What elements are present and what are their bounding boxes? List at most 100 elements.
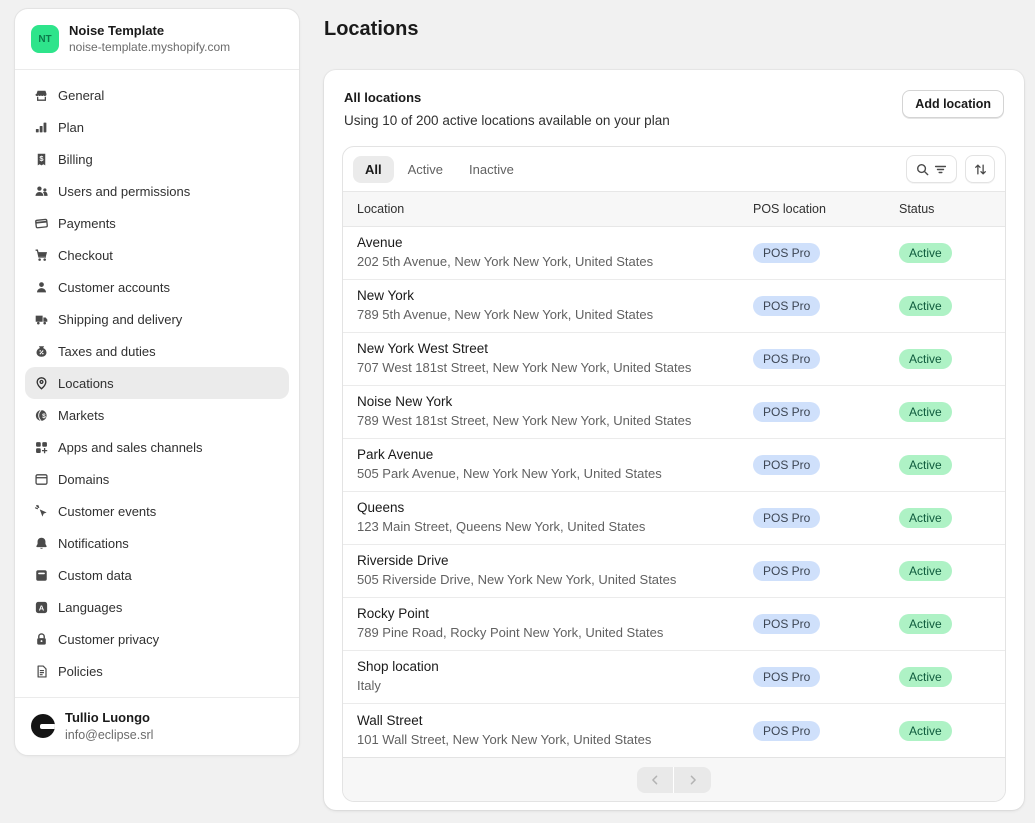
account-name: Tullio Luongo xyxy=(65,710,153,727)
status-badge: Active xyxy=(899,667,952,687)
sidebar-item-domains[interactable]: Domains xyxy=(25,463,289,495)
status-badge: Active xyxy=(899,721,952,741)
pos-location-badge: POS Pro xyxy=(753,508,820,528)
location-name: Queens xyxy=(357,499,753,518)
sidebar-item-shipping-and-delivery[interactable]: Shipping and delivery xyxy=(25,303,289,335)
cursor-spark-icon xyxy=(33,503,49,519)
location-name: Noise New York xyxy=(357,393,753,412)
users-icon xyxy=(33,183,49,199)
sidebar-item-languages[interactable]: A Languages xyxy=(25,591,289,623)
location-name: Wall Street xyxy=(357,712,753,731)
location-address: Italy xyxy=(357,677,753,695)
status-badge: Active xyxy=(899,296,952,316)
sidebar-item-taxes-and-duties[interactable]: Taxes and duties xyxy=(25,335,289,367)
document-icon xyxy=(33,663,49,679)
location-address: 505 Park Avenue, New York New York, Unit… xyxy=(357,465,753,483)
table-row-avenue[interactable]: Avenue 202 5th Avenue, New York New York… xyxy=(343,227,1005,280)
sidebar-item-general[interactable]: General xyxy=(25,79,289,111)
apps-icon xyxy=(33,439,49,455)
location-name: Avenue xyxy=(357,234,753,253)
translate-icon: A xyxy=(33,599,49,615)
status-badge: Active xyxy=(899,243,952,263)
table-row-park-avenue[interactable]: Park Avenue 505 Park Avenue, New York Ne… xyxy=(343,439,1005,492)
table-controls xyxy=(906,155,995,183)
sort-button[interactable] xyxy=(965,155,995,183)
table-body: Avenue 202 5th Avenue, New York New York… xyxy=(343,227,1005,757)
store-name: Noise Template xyxy=(69,23,230,40)
pos-location-badge: POS Pro xyxy=(753,296,820,316)
pos-location-badge: POS Pro xyxy=(753,402,820,422)
search-and-filter-button[interactable] xyxy=(906,155,957,183)
location-address: 707 West 181st Street, New York New York… xyxy=(357,359,753,377)
pos-location-badge: POS Pro xyxy=(753,721,820,741)
table-row-shop-location[interactable]: Shop location Italy POS Pro Active xyxy=(343,651,1005,704)
sidebar-item-customer-privacy[interactable]: Customer privacy xyxy=(25,623,289,655)
location-name: New York xyxy=(357,287,753,306)
status-badge: Active xyxy=(899,561,952,581)
location-address: 789 Pine Road, Rocky Point New York, Uni… xyxy=(357,624,753,642)
settings-sidebar: NT Noise Template noise-template.myshopi… xyxy=(14,8,300,756)
add-location-button[interactable]: Add location xyxy=(902,90,1004,118)
bell-icon xyxy=(33,535,49,551)
chevron-right-icon xyxy=(686,773,700,787)
table-row-wall-street[interactable]: Wall Street 101 Wall Street, New York Ne… xyxy=(343,704,1005,757)
location-address: 101 Wall Street, New York New York, Unit… xyxy=(357,731,753,749)
tab-inactive[interactable]: Inactive xyxy=(457,156,526,183)
next-page-button[interactable] xyxy=(674,767,711,793)
domains-icon xyxy=(33,471,49,487)
payments-icon xyxy=(33,215,49,231)
pos-location-badge: POS Pro xyxy=(753,667,820,687)
table-row-rocky-point[interactable]: Rocky Point 789 Pine Road, Rocky Point N… xyxy=(343,598,1005,651)
table-row-new-york-west-street[interactable]: New York West Street 707 West 181st Stre… xyxy=(343,333,1005,386)
store-domain: noise-template.myshopify.com xyxy=(69,40,230,56)
card-header: All locations Using 10 of 200 active loc… xyxy=(324,70,1024,146)
table-row-noise-new-york[interactable]: Noise New York 789 West 181st Street, Ne… xyxy=(343,386,1005,439)
account-footer: Tullio Luongo info@eclipse.srl xyxy=(15,697,299,755)
sidebar-item-plan[interactable]: Plan xyxy=(25,111,289,143)
globe-icon: $ xyxy=(33,407,49,423)
locations-card: All locations Using 10 of 200 active loc… xyxy=(324,70,1024,810)
page-title: Locations xyxy=(324,18,418,41)
card-heading: All locations xyxy=(344,90,670,105)
sort-icon xyxy=(973,162,988,177)
taxes-icon xyxy=(33,343,49,359)
truck-icon xyxy=(33,311,49,327)
tab-active[interactable]: Active xyxy=(396,156,455,183)
sidebar-item-notifications[interactable]: Notifications xyxy=(25,527,289,559)
billing-icon: $ xyxy=(33,151,49,167)
filter-tabs: All Active Inactive xyxy=(353,156,528,183)
store-avatar: NT xyxy=(31,25,59,53)
sidebar-item-customer-events[interactable]: Customer events xyxy=(25,495,289,527)
sidebar-item-markets[interactable]: $ Markets xyxy=(25,399,289,431)
table-row-new-york[interactable]: New York 789 5th Avenue, New York New Yo… xyxy=(343,280,1005,333)
sidebar-item-users-and-permissions[interactable]: Users and permissions xyxy=(25,175,289,207)
column-header-pos-location: POS location xyxy=(753,202,899,216)
sidebar-item-checkout[interactable]: Checkout xyxy=(25,239,289,271)
sidebar-item-billing[interactable]: $ Billing xyxy=(25,143,289,175)
sidebar-item-payments[interactable]: Payments xyxy=(25,207,289,239)
location-pin-icon xyxy=(33,375,49,391)
sidebar-item-locations[interactable]: Locations xyxy=(25,367,289,399)
sidebar-item-apps-and-sales-channels[interactable]: Apps and sales channels xyxy=(25,431,289,463)
sidebar-item-customer-accounts[interactable]: Customer accounts xyxy=(25,271,289,303)
sidebar-item-policies[interactable]: Policies xyxy=(25,655,289,687)
status-badge: Active xyxy=(899,349,952,369)
chevron-left-icon xyxy=(648,773,662,787)
column-header-location: Location xyxy=(343,202,753,216)
lock-icon xyxy=(33,631,49,647)
table-row-queens[interactable]: Queens 123 Main Street, Queens New York,… xyxy=(343,492,1005,545)
location-name: Park Avenue xyxy=(357,446,753,465)
sidebar-nav: General Plan $ Billing Users and permiss… xyxy=(15,70,299,696)
sidebar-item-custom-data[interactable]: Custom data xyxy=(25,559,289,591)
status-badge: Active xyxy=(899,402,952,422)
tab-all[interactable]: All xyxy=(353,156,394,183)
pos-location-badge: POS Pro xyxy=(753,349,820,369)
location-address: 123 Main Street, Queens New York, United… xyxy=(357,518,753,536)
store-header: NT Noise Template noise-template.myshopi… xyxy=(15,9,299,70)
filter-icon xyxy=(933,162,948,177)
checkout-icon xyxy=(33,247,49,263)
table-row-riverside-drive[interactable]: Riverside Drive 505 Riverside Drive, New… xyxy=(343,545,1005,598)
status-badge: Active xyxy=(899,508,952,528)
previous-page-button[interactable] xyxy=(637,767,674,793)
location-address: 789 West 181st Street, New York New York… xyxy=(357,412,753,430)
